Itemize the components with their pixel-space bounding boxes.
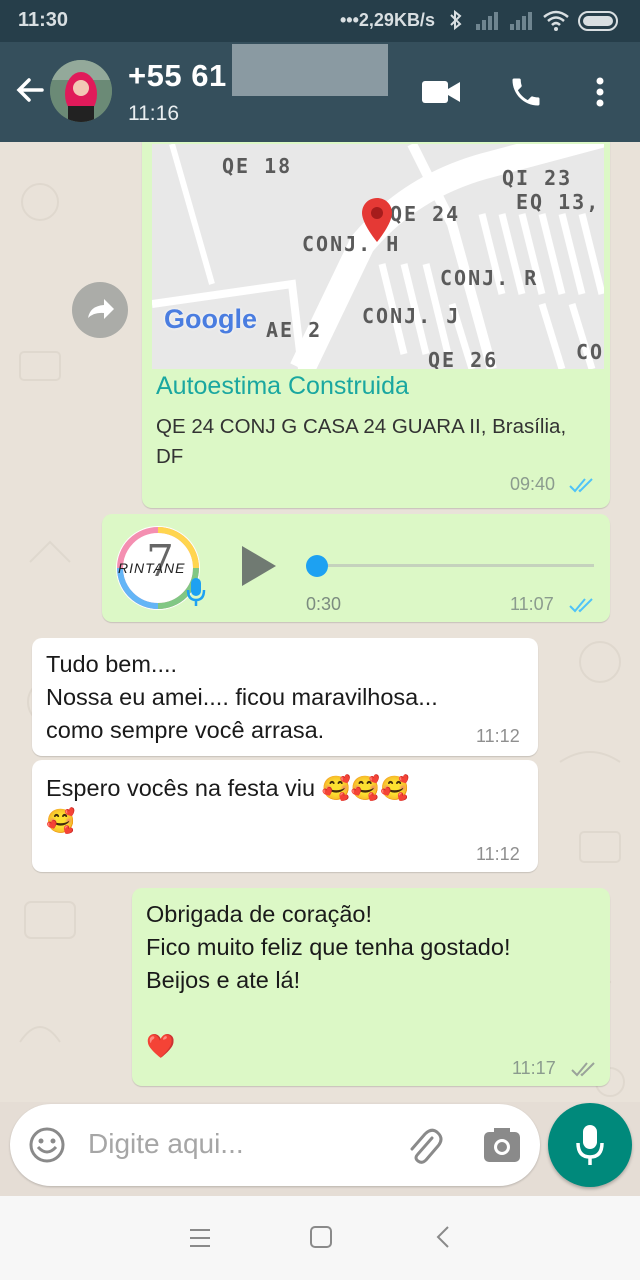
message-incoming[interactable]: Tudo bem.... Nossa eu amei.... ficou mar… — [32, 638, 538, 756]
signal-icon — [476, 12, 498, 30]
forward-button[interactable] — [72, 282, 128, 338]
message-time: 11:17 — [512, 1058, 556, 1078]
map-label: EQ 13, — [516, 190, 601, 214]
voice-duration: 0:30 — [306, 594, 342, 614]
map-label: CONJ. R — [440, 266, 539, 290]
map-label: CONJ. J — [362, 304, 461, 328]
home-icon[interactable] — [309, 1225, 333, 1249]
thumb-text: RINTANE — [118, 560, 186, 576]
back-arrow-icon[interactable] — [12, 72, 48, 108]
forward-icon — [88, 299, 114, 319]
map-label: CO — [576, 340, 604, 364]
message-location[interactable]: QE 18 QI 23 QE 24 EQ 13, CONJ. H CONJ. R… — [142, 142, 610, 508]
read-ticks-icon — [569, 478, 593, 493]
back-icon[interactable] — [432, 1225, 456, 1249]
message-text: Espero vocês na festa viu 🥰🥰🥰 🥰 — [46, 775, 410, 834]
map-pin-icon — [362, 198, 392, 242]
play-icon[interactable] — [238, 544, 278, 588]
battery-icon — [578, 11, 618, 31]
map-label: AE 2 — [266, 318, 323, 342]
read-ticks-icon — [569, 598, 593, 613]
google-logo: Google — [164, 304, 257, 334]
mic-small-icon — [186, 578, 206, 606]
voice-progress-track[interactable] — [314, 564, 594, 567]
wifi-icon — [543, 10, 569, 31]
message-input[interactable]: Digite aqui... — [88, 1128, 244, 1160]
message-time: 09:40 — [510, 474, 556, 494]
attach-icon[interactable] — [404, 1124, 444, 1166]
camera-icon[interactable] — [482, 1126, 522, 1164]
phone-call-icon[interactable] — [508, 74, 544, 110]
signal-icon — [510, 12, 532, 30]
contact-avatar[interactable] — [50, 60, 112, 122]
message-time: 11:12 — [476, 726, 520, 746]
map-label: QE 24 — [390, 202, 461, 226]
status-bar: 11:30 •••2,29KB/s — [0, 0, 640, 42]
voice-progress-handle[interactable] — [306, 555, 328, 577]
status-time: 11:30 — [18, 9, 69, 31]
message-text: Obrigada de coração! Fico muito feliz qu… — [146, 901, 511, 1059]
network-speed: •••2,29KB/s — [340, 10, 435, 30]
message-voice[interactable]: 7 RINTANE 0:30 11:07 — [102, 514, 610, 622]
message-time: 11:12 — [476, 844, 520, 864]
message-time: 11:07 — [510, 594, 554, 614]
map-preview[interactable]: QE 18 QI 23 QE 24 EQ 13, CONJ. H CONJ. R… — [152, 144, 604, 369]
menu-icon[interactable] — [188, 1226, 212, 1250]
message-text: Tudo bem.... Nossa eu amei.... ficou mar… — [46, 651, 438, 743]
more-options-icon[interactable] — [592, 76, 608, 110]
message-outgoing[interactable]: Obrigada de coração! Fico muito feliz qu… — [132, 888, 610, 1086]
delivered-ticks-icon — [571, 1062, 595, 1077]
last-seen: 11:16 — [128, 102, 179, 125]
location-address: QE 24 CONJ G CASA 24 GUARA II, Brasília,… — [156, 415, 567, 468]
system-nav-bar — [0, 1196, 640, 1280]
map-label: QE 26 — [428, 348, 499, 369]
bluetooth-icon — [450, 9, 462, 31]
emoji-icon[interactable] — [28, 1126, 66, 1164]
map-label: QI 23 — [502, 166, 573, 190]
map-label: QE 18 — [222, 154, 293, 178]
mic-icon — [576, 1125, 604, 1165]
contact-name[interactable]: +55 61 — [128, 58, 227, 94]
redacted-area — [232, 44, 388, 96]
mic-button[interactable] — [548, 1103, 632, 1187]
location-title[interactable]: Autoestima Construida — [156, 372, 409, 401]
message-input-bar[interactable]: Digite aqui... — [10, 1104, 540, 1186]
video-call-icon[interactable] — [420, 78, 462, 106]
message-incoming[interactable]: Espero vocês na festa viu 🥰🥰🥰 🥰 11:12 — [32, 760, 538, 872]
chat-header: +55 61 11:16 — [0, 42, 640, 142]
chat-area[interactable]: QE 18 QI 23 QE 24 EQ 13, CONJ. H CONJ. R… — [0, 142, 640, 1102]
